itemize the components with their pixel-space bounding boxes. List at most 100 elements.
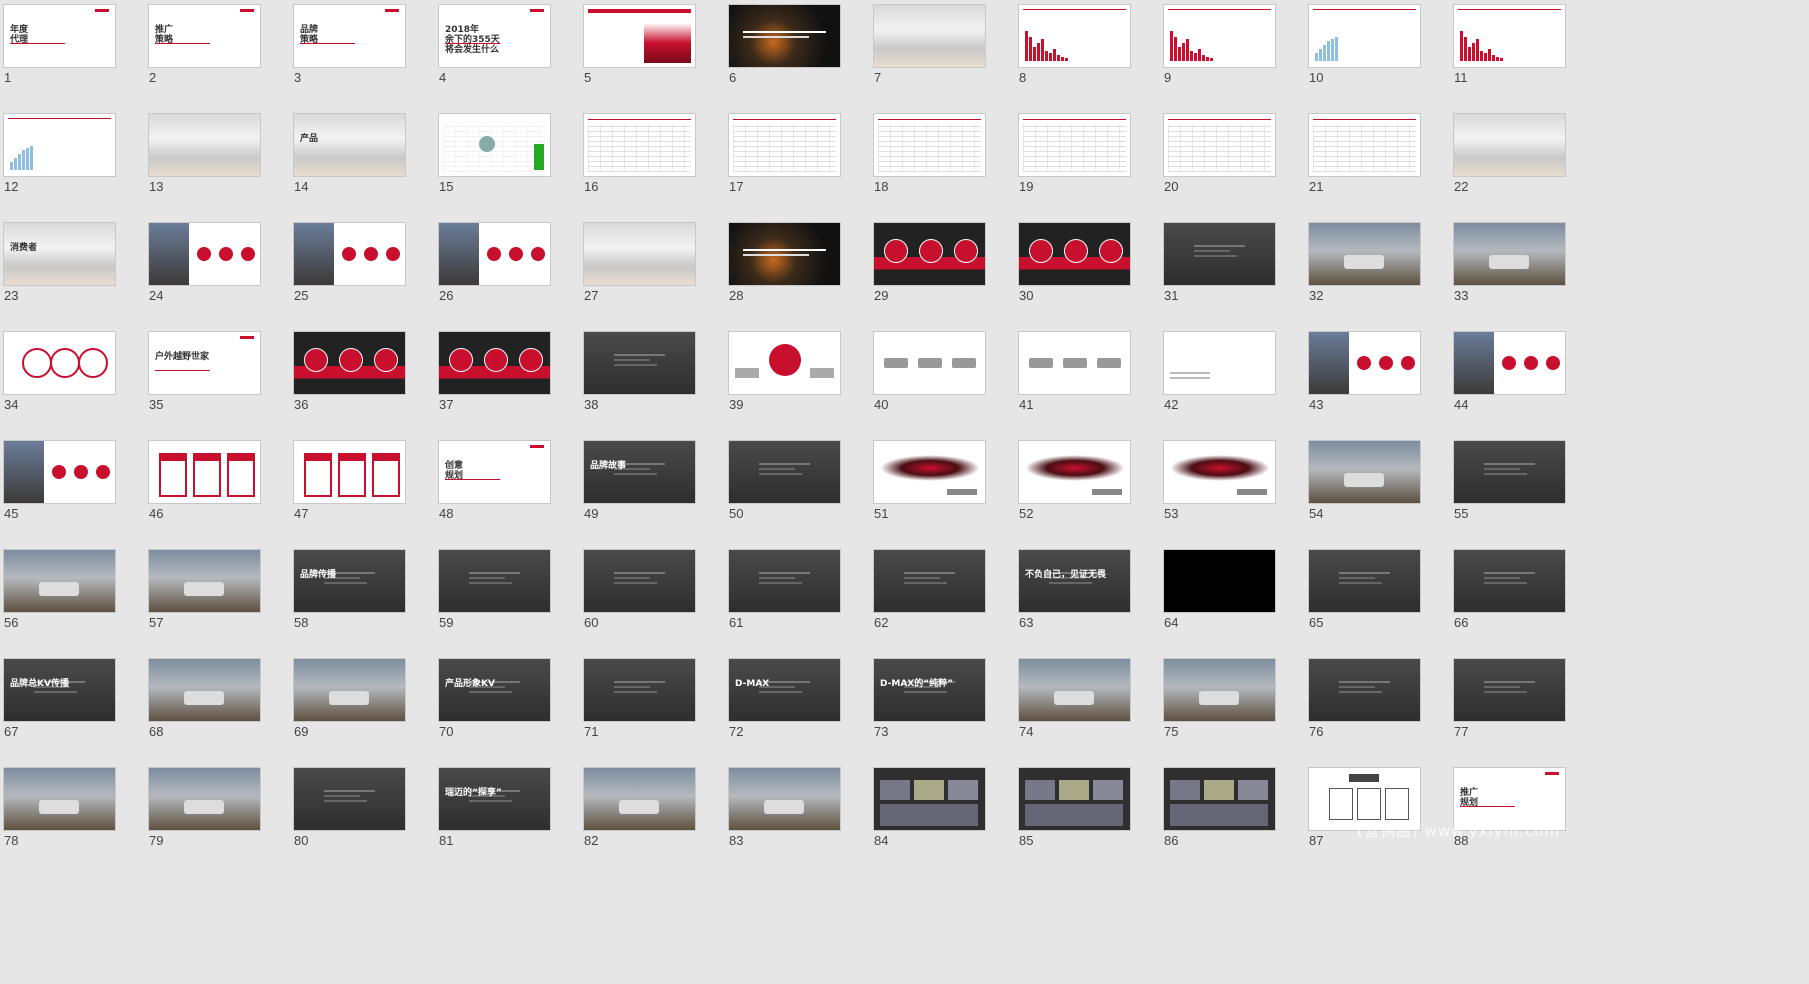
slide-thumbnail[interactable]: 76 (1305, 654, 1450, 763)
slide-thumbnail[interactable]: 46 (145, 436, 290, 545)
slide-thumbnail[interactable]: 41 (1015, 327, 1160, 436)
slide-preview[interactable] (873, 113, 986, 177)
slide-preview[interactable] (148, 549, 261, 613)
slide-preview[interactable] (438, 113, 551, 177)
slide-thumbnail[interactable]: 38 (580, 327, 725, 436)
slide-preview[interactable] (728, 440, 841, 504)
slide-thumbnail[interactable]: 60 (580, 545, 725, 654)
slide-preview[interactable] (1163, 440, 1276, 504)
slide-thumbnail[interactable]: 37 (435, 327, 580, 436)
slide-preview[interactable] (583, 658, 696, 722)
slide-thumbnail[interactable]: 68 (145, 654, 290, 763)
slide-preview[interactable] (3, 767, 116, 831)
slide-preview[interactable] (1453, 658, 1566, 722)
slide-thumbnail[interactable]: 54 (1305, 436, 1450, 545)
slide-thumbnail[interactable]: 36 (290, 327, 435, 436)
slide-preview[interactable] (583, 549, 696, 613)
slide-preview[interactable] (873, 4, 986, 68)
slide-preview[interactable] (873, 331, 986, 395)
slide-thumbnail[interactable]: 29 (870, 218, 1015, 327)
slide-thumbnail[interactable]: 82 (580, 763, 725, 872)
slide-preview[interactable]: 品牌总KV传播 (3, 658, 116, 722)
slide-thumbnail[interactable]: 65 (1305, 545, 1450, 654)
slide-preview[interactable]: 瑞迈的“探享” (438, 767, 551, 831)
slide-preview[interactable] (1018, 658, 1131, 722)
slide-thumbnail[interactable]: 74 (1015, 654, 1160, 763)
slide-preview[interactable] (1018, 222, 1131, 286)
slide-preview[interactable]: 消费者 (3, 222, 116, 286)
slide-thumbnail[interactable]: 57 (145, 545, 290, 654)
slide-thumbnail[interactable]: 9 (1160, 0, 1305, 109)
slide-thumbnail[interactable]: 不负自己，见证无畏 63 (1015, 545, 1160, 654)
slide-thumbnail[interactable]: 20 (1160, 109, 1305, 218)
slide-thumbnail[interactable]: 43 (1305, 327, 1450, 436)
slide-thumbnail[interactable]: 13 (145, 109, 290, 218)
slide-preview[interactable]: D-MAX的“纯粹” (873, 658, 986, 722)
slide-preview[interactable]: 品牌 策略 (293, 4, 406, 68)
slide-thumbnail[interactable]: 78 (0, 763, 145, 872)
slide-preview[interactable] (728, 331, 841, 395)
slide-thumbnail[interactable]: 79 (145, 763, 290, 872)
slide-thumbnail[interactable]: 18 (870, 109, 1015, 218)
slide-preview[interactable] (293, 222, 406, 286)
slide-preview[interactable] (148, 440, 261, 504)
slide-thumbnail[interactable]: 12 (0, 109, 145, 218)
slide-thumbnail[interactable]: 11 (1450, 0, 1595, 109)
slide-thumbnail[interactable]: 34 (0, 327, 145, 436)
slide-thumbnail[interactable]: 产品 14 (290, 109, 435, 218)
slide-preview[interactable] (293, 658, 406, 722)
slide-preview[interactable] (438, 549, 551, 613)
slide-preview[interactable] (293, 767, 406, 831)
slide-preview[interactable] (1453, 331, 1566, 395)
slide-thumbnail[interactable]: 62 (870, 545, 1015, 654)
slide-preview[interactable]: 户外越野世家 (148, 331, 261, 395)
slide-preview[interactable] (293, 331, 406, 395)
slide-preview[interactable] (728, 549, 841, 613)
slide-thumbnail[interactable]: 17 (725, 109, 870, 218)
slide-thumbnail[interactable]: 2018年 余下的355天 将会发生什么 4 (435, 0, 580, 109)
slide-thumbnail[interactable]: 户外越野世家 35 (145, 327, 290, 436)
slide-thumbnail[interactable]: 7 (870, 0, 1015, 109)
slide-thumbnail[interactable]: 77 (1450, 654, 1595, 763)
slide-thumbnail[interactable]: 64 (1160, 545, 1305, 654)
slide-thumbnail[interactable]: 84 (870, 763, 1015, 872)
slide-thumbnail[interactable]: 15 (435, 109, 580, 218)
slide-preview[interactable] (1163, 658, 1276, 722)
slide-thumbnail[interactable]: 19 (1015, 109, 1160, 218)
slide-preview[interactable] (1163, 4, 1276, 68)
slide-preview[interactable] (438, 331, 551, 395)
slide-preview[interactable] (3, 440, 116, 504)
slide-thumbnail[interactable]: 消费者 23 (0, 218, 145, 327)
slide-preview[interactable] (873, 440, 986, 504)
slide-thumbnail[interactable]: 66 (1450, 545, 1595, 654)
slide-thumbnail[interactable]: 61 (725, 545, 870, 654)
slide-preview[interactable] (1308, 4, 1421, 68)
slide-thumbnail[interactable]: 16 (580, 109, 725, 218)
slide-preview[interactable] (1453, 440, 1566, 504)
slide-thumbnail[interactable]: 44 (1450, 327, 1595, 436)
slide-thumbnail[interactable]: 56 (0, 545, 145, 654)
slide-thumbnail[interactable]: 8 (1015, 0, 1160, 109)
slide-thumbnail[interactable]: 51 (870, 436, 1015, 545)
slide-thumbnail[interactable]: 27 (580, 218, 725, 327)
slide-preview[interactable] (1308, 331, 1421, 395)
slide-thumbnail[interactable]: 53 (1160, 436, 1305, 545)
slide-preview[interactable] (293, 440, 406, 504)
slide-preview[interactable]: 推广 策略 (148, 4, 261, 68)
slide-preview[interactable] (3, 549, 116, 613)
slide-thumbnail[interactable]: 71 (580, 654, 725, 763)
slide-thumbnail[interactable]: 59 (435, 545, 580, 654)
slide-thumbnail[interactable]: 年度 代理 1 (0, 0, 145, 109)
slide-thumbnail[interactable]: 品牌故事 49 (580, 436, 725, 545)
slide-thumbnail[interactable]: 25 (290, 218, 435, 327)
slide-preview[interactable] (1163, 331, 1276, 395)
slide-thumbnail[interactable]: 33 (1450, 218, 1595, 327)
slide-preview[interactable]: D-MAX (728, 658, 841, 722)
slide-preview[interactable] (728, 4, 841, 68)
slide-thumbnail[interactable]: 10 (1305, 0, 1450, 109)
slide-preview[interactable] (1308, 222, 1421, 286)
slide-thumbnail[interactable]: 产品形象KV 70 (435, 654, 580, 763)
slide-preview[interactable] (583, 4, 696, 68)
slide-thumbnail[interactable]: 45 (0, 436, 145, 545)
slide-thumbnail[interactable]: 品牌总KV传播 67 (0, 654, 145, 763)
